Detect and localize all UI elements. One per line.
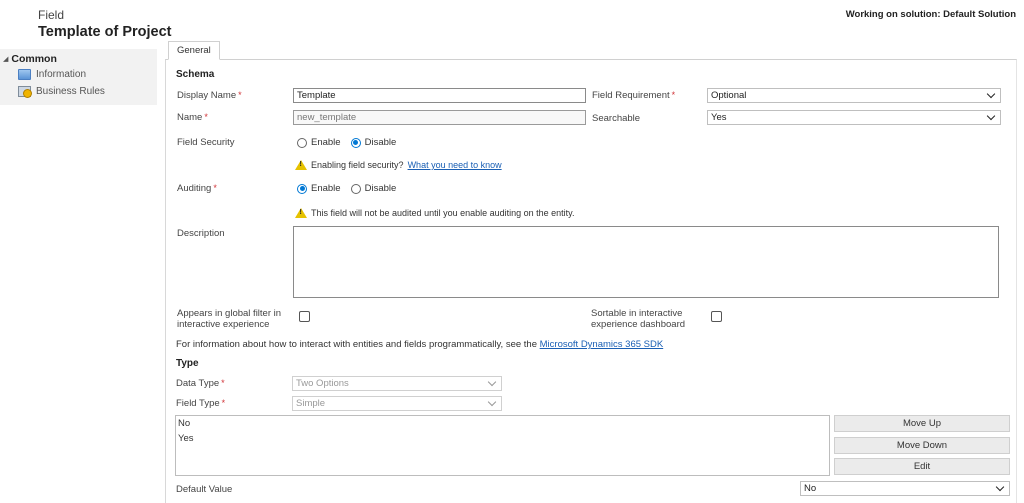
- move-down-button[interactable]: Move Down: [834, 437, 1010, 454]
- label-text: Auditing: [177, 183, 212, 194]
- select-value: No: [804, 483, 817, 494]
- collapse-triangle-icon: ◢: [3, 56, 9, 63]
- radio-button-selected[interactable]: [350, 137, 361, 148]
- radio-button-selected[interactable]: [297, 183, 307, 194]
- auditing-label: Auditing *: [177, 183, 217, 194]
- sidebar-item-business-rules[interactable]: Business Rules: [18, 86, 105, 98]
- label-line: Sortable in interactive: [591, 308, 683, 319]
- chevron-down-icon: [986, 111, 996, 121]
- radio-label: Disable: [364, 183, 397, 194]
- auditing-enable-option[interactable]: Enable: [297, 183, 341, 194]
- sortable-label: Sortable in interactive experience dashb…: [591, 308, 685, 330]
- sidebar-item-label: Information: [36, 69, 87, 80]
- description-label: Description: [177, 228, 225, 239]
- sidebar-item-information[interactable]: Information: [18, 69, 86, 80]
- sidebar-group-label: Common: [11, 53, 57, 65]
- field-requirement-label: Field Requirement *: [592, 90, 675, 101]
- required-marker: *: [204, 112, 208, 122]
- label-text: Field Requirement: [592, 90, 670, 101]
- label-text: Name: [177, 112, 203, 123]
- label-text: Field Type: [176, 398, 220, 409]
- select-value: Two Options: [296, 378, 349, 389]
- warning-text: Enabling field security?: [311, 160, 404, 170]
- description-textarea[interactable]: [293, 226, 999, 298]
- sortable-checkbox[interactable]: [711, 311, 722, 322]
- option-item-no[interactable]: No: [176, 416, 829, 431]
- tab-general[interactable]: General: [168, 41, 220, 60]
- radio-label: Disable: [364, 137, 397, 148]
- auditing-disable-option[interactable]: Disable: [350, 183, 397, 194]
- warning-text: This field will not be audited until you…: [311, 208, 575, 218]
- select-value: Optional: [711, 90, 747, 101]
- information-icon: [18, 69, 31, 80]
- schema-section-title: Schema: [176, 69, 215, 80]
- move-up-button[interactable]: Move Up: [834, 415, 1010, 432]
- chevron-down-icon: [986, 89, 996, 99]
- required-marker: *: [221, 398, 226, 408]
- chevron-down-icon: [995, 482, 1005, 492]
- searchable-select[interactable]: Yes: [707, 110, 1001, 125]
- field-security-warning: Enabling field security? What you need t…: [295, 160, 502, 170]
- label-line: Appears in global filter in: [177, 308, 282, 319]
- edit-button[interactable]: Edit: [834, 458, 1010, 475]
- required-marker: *: [238, 90, 242, 100]
- entity-type-label: Field: [38, 8, 65, 22]
- field-type-select[interactable]: Simple: [292, 396, 502, 411]
- display-name-label: Display Name *: [177, 90, 242, 101]
- chevron-down-icon: [487, 377, 497, 387]
- sidebar: ◢ Common Information Business Rules: [0, 49, 157, 105]
- chevron-down-icon: [487, 397, 497, 407]
- global-filter-label: Appears in global filter in interactive …: [177, 308, 281, 330]
- required-marker: *: [671, 90, 676, 100]
- label-line: experience dashboard: [591, 319, 686, 330]
- searchable-label: Searchable: [592, 113, 641, 124]
- label-line: interactive experience: [177, 319, 270, 330]
- sdk-info-text: For information about how to interact wi…: [176, 339, 663, 350]
- global-filter-checkbox[interactable]: [299, 311, 310, 322]
- business-rules-icon: [18, 86, 32, 98]
- type-section-title: Type: [176, 358, 199, 369]
- field-type-label: Field Type *: [176, 398, 225, 409]
- options-listbox[interactable]: No Yes: [175, 415, 830, 476]
- display-name-input[interactable]: Template: [293, 88, 586, 103]
- sdk-link[interactable]: Microsoft Dynamics 365 SDK: [540, 339, 664, 350]
- default-value-select[interactable]: No: [800, 481, 1010, 496]
- solution-indicator: Working on solution: Default Solution: [845, 9, 1016, 20]
- auditing-warning: This field will not be audited until you…: [295, 208, 575, 218]
- field-requirement-select[interactable]: Optional: [707, 88, 1001, 103]
- page-title: Template of Project: [38, 24, 172, 40]
- field-security-label: Field Security: [177, 137, 235, 148]
- option-item-yes[interactable]: Yes: [176, 431, 829, 446]
- auditing-radio-group: Enable Disable: [297, 183, 402, 194]
- what-you-need-to-know-link[interactable]: What you need to know: [408, 160, 502, 170]
- data-type-select[interactable]: Two Options: [292, 376, 502, 391]
- field-security-radio-group: Enable Disable: [297, 137, 402, 148]
- warning-icon: [295, 208, 307, 218]
- warning-icon: [295, 160, 307, 170]
- required-marker: *: [213, 183, 217, 193]
- sidebar-item-label: Business Rules: [36, 86, 105, 97]
- sdk-info-prefix: For information about how to interact wi…: [176, 339, 537, 350]
- field-security-disable-option[interactable]: Disable: [350, 137, 397, 148]
- label-text: Display Name: [177, 90, 237, 101]
- required-marker: *: [221, 378, 225, 388]
- radio-button[interactable]: [297, 137, 307, 148]
- name-label: Name *: [177, 112, 208, 123]
- sidebar-group-common[interactable]: ◢ Common: [3, 53, 57, 65]
- field-security-enable-option[interactable]: Enable: [297, 137, 341, 148]
- default-value-label: Default Value: [176, 484, 233, 495]
- select-value: Yes: [711, 112, 727, 123]
- name-input[interactable]: new_template: [293, 110, 586, 125]
- radio-label: Enable: [311, 183, 341, 194]
- data-type-label: Data Type *: [176, 378, 225, 389]
- radio-label: Enable: [311, 137, 341, 148]
- label-text: Data Type: [176, 378, 220, 389]
- select-value: Simple: [296, 398, 326, 409]
- radio-button[interactable]: [350, 183, 361, 194]
